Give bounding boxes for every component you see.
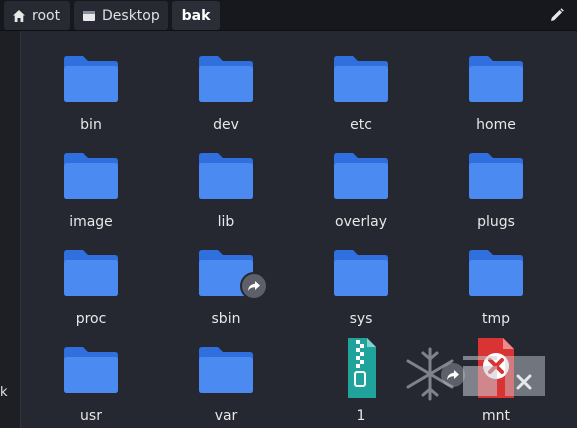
file-label: bin bbox=[80, 117, 102, 133]
zip-archive-icon bbox=[331, 338, 391, 398]
file-item-home[interactable]: home bbox=[446, 49, 546, 141]
file-label: proc bbox=[75, 311, 107, 327]
breadcrumb-bar: root Desktop bak bbox=[0, 0, 577, 31]
file-label: usr bbox=[80, 408, 102, 424]
file-item-tmp[interactable]: tmp bbox=[446, 243, 546, 335]
desktop-icon bbox=[83, 10, 95, 21]
file-label: tmp bbox=[481, 311, 510, 327]
folder-icon bbox=[466, 53, 526, 105]
file-item-var[interactable]: var bbox=[176, 340, 276, 428]
folder-icon bbox=[331, 247, 391, 299]
folder-icon bbox=[331, 53, 391, 105]
folder-icon bbox=[196, 247, 268, 300]
sidebar-truncated-label: k bbox=[0, 385, 8, 400]
folder-icon bbox=[196, 53, 256, 105]
file-item-lib[interactable]: lib bbox=[176, 146, 276, 238]
file-label: mnt bbox=[482, 408, 510, 424]
folder-icon bbox=[466, 150, 526, 202]
file-label: sbin bbox=[211, 311, 241, 327]
breadcrumb-bak[interactable]: bak bbox=[172, 1, 220, 30]
file-item-plugs[interactable]: plugs bbox=[446, 146, 546, 238]
file-label: 1 bbox=[356, 408, 366, 424]
breadcrumb-label: bak bbox=[181, 7, 211, 24]
pencil-icon[interactable] bbox=[549, 7, 565, 23]
file-label: etc bbox=[350, 117, 372, 133]
folder-icon bbox=[196, 344, 256, 396]
breadcrumb-desktop[interactable]: Desktop bbox=[74, 1, 168, 30]
file-label: dev bbox=[213, 117, 239, 133]
home-icon bbox=[13, 9, 25, 22]
folder-icon bbox=[61, 150, 121, 202]
file-label: sys bbox=[349, 311, 373, 327]
file-item-1[interactable]: 1 bbox=[311, 338, 411, 428]
folder-icon bbox=[61, 53, 121, 105]
file-label: overlay bbox=[335, 214, 387, 230]
file-item-etc[interactable]: etc bbox=[311, 49, 411, 141]
folder-icon bbox=[331, 150, 391, 202]
file-item-sbin[interactable]: sbin bbox=[176, 243, 276, 335]
file-label: plugs bbox=[477, 214, 515, 230]
file-item-sys[interactable]: sys bbox=[311, 243, 411, 335]
file-item-image[interactable]: image bbox=[41, 146, 141, 238]
file-label: lib bbox=[217, 214, 235, 230]
symlink-badge bbox=[240, 272, 268, 300]
breadcrumb-root[interactable]: root bbox=[4, 1, 70, 30]
file-item-dev[interactable]: dev bbox=[176, 49, 276, 141]
sidebar bbox=[0, 31, 21, 428]
file-label: home bbox=[476, 117, 516, 133]
folder-icon bbox=[61, 344, 121, 396]
file-label: var bbox=[214, 408, 238, 424]
file-item-bin[interactable]: bin bbox=[41, 49, 141, 141]
watermark-logo bbox=[406, 347, 545, 401]
share-arrow-icon bbox=[248, 281, 260, 291]
file-item-usr[interactable]: usr bbox=[41, 340, 141, 428]
file-item-proc[interactable]: proc bbox=[41, 243, 141, 335]
folder-icon bbox=[61, 247, 121, 299]
folder-icon bbox=[196, 150, 256, 202]
file-label: image bbox=[69, 214, 113, 230]
folder-icon bbox=[466, 247, 526, 299]
breadcrumb-label: Desktop bbox=[102, 7, 160, 24]
file-item-overlay[interactable]: overlay bbox=[311, 146, 411, 238]
breadcrumb-label: root bbox=[32, 7, 61, 24]
